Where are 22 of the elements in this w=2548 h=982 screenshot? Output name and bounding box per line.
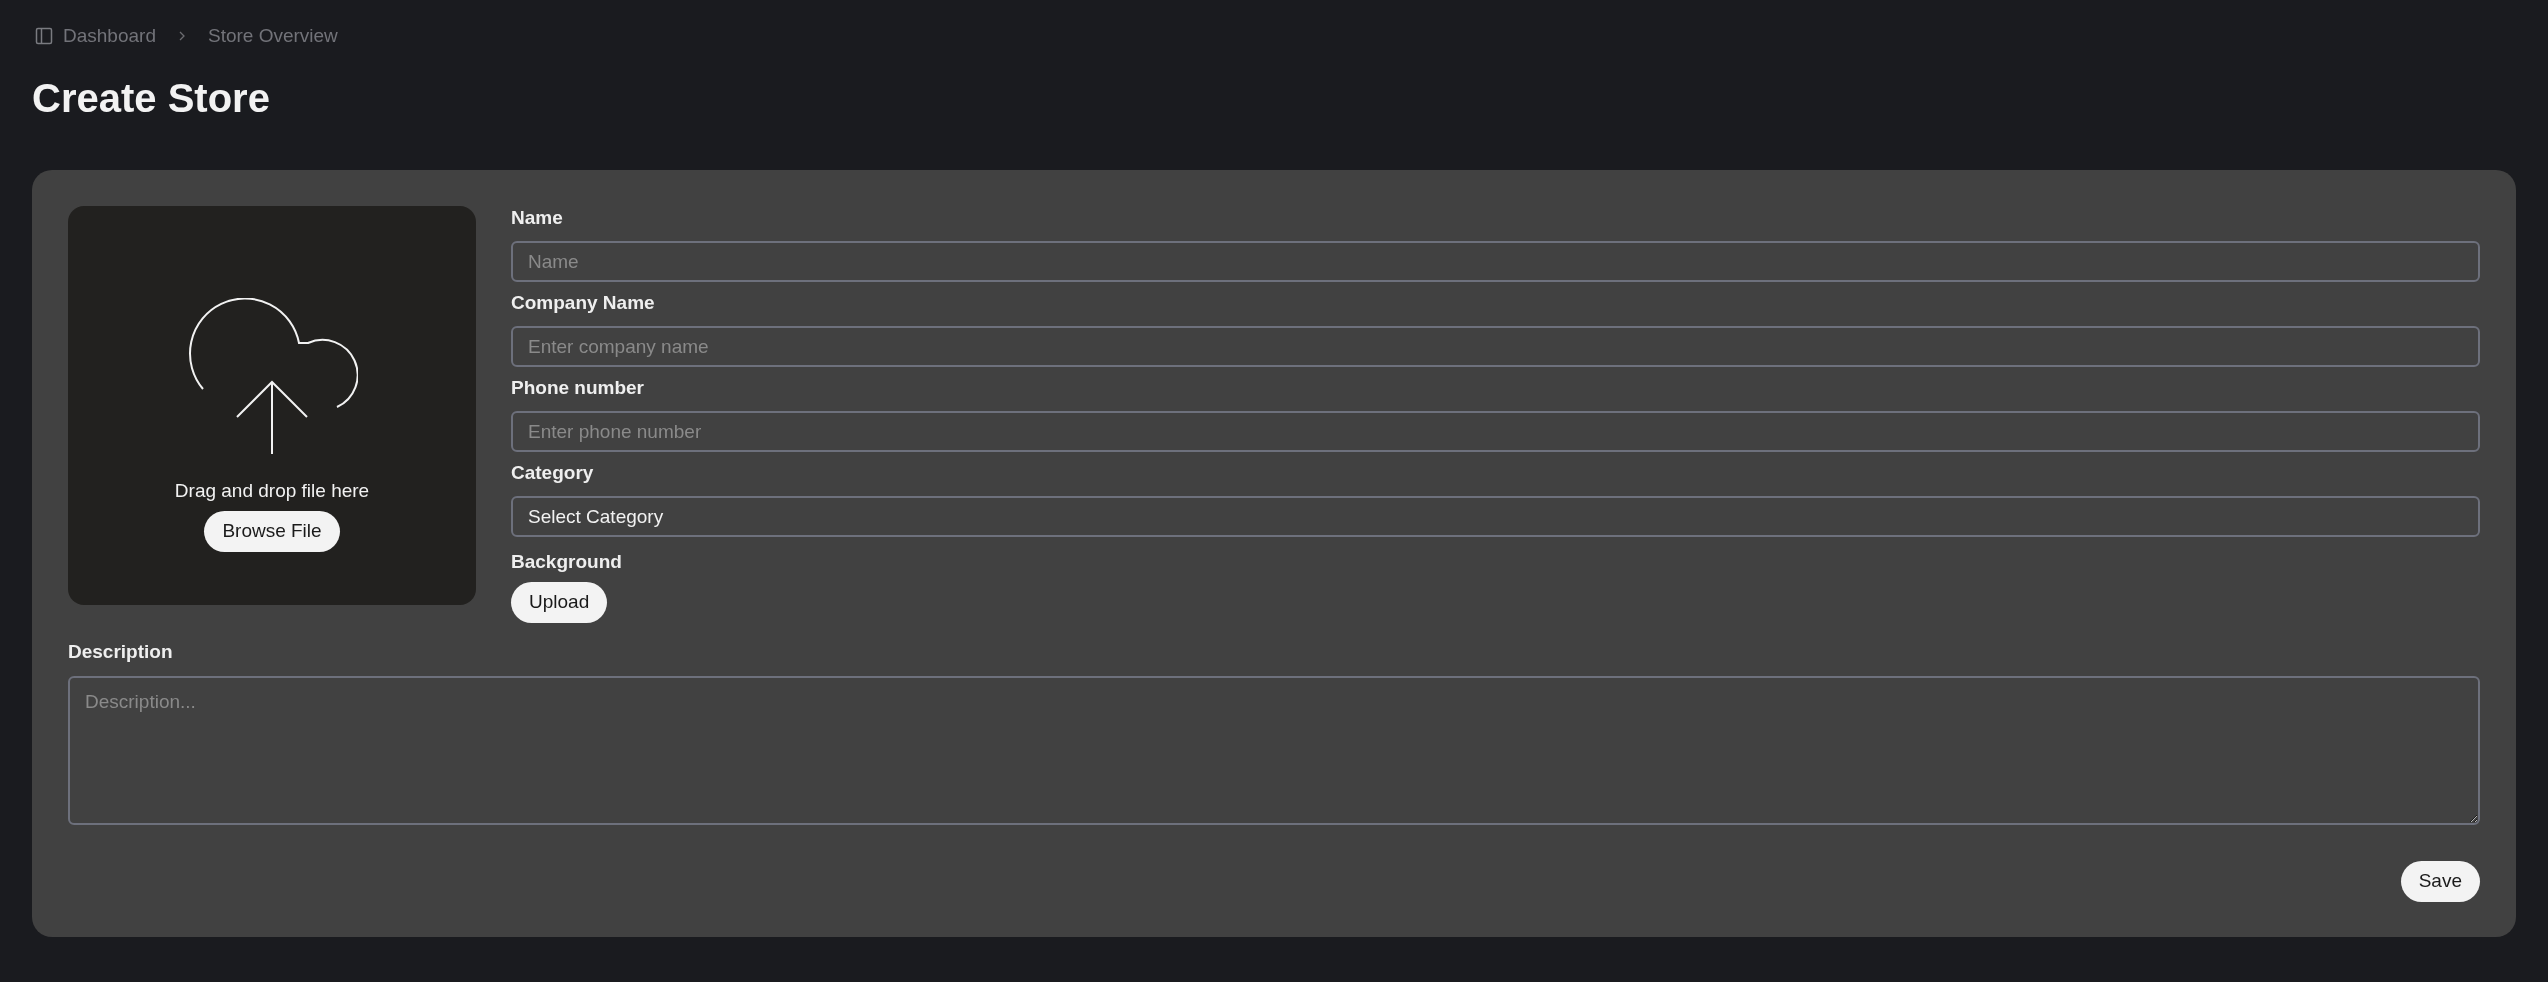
dropzone[interactable]: Drag and drop file here Browse File [68, 206, 476, 605]
field-label: Name [511, 206, 563, 230]
cloud-upload-icon [186, 298, 358, 456]
field-label: Phone number [511, 376, 644, 400]
text-input-field[interactable]: Name [511, 241, 2480, 282]
page-title: Create Store [32, 75, 270, 122]
save-button[interactable]: Save [2400, 861, 2480, 902]
field-label: Company Name [511, 291, 655, 315]
field-label: Description [68, 640, 173, 664]
dropzone-text: Drag and drop file here [174, 479, 370, 503]
upload-button[interactable]: Upload [511, 582, 608, 623]
breadcrumb-link[interactable]: Store Overview [207, 21, 338, 51]
chevron-right-icon [177, 30, 186, 42]
description-field[interactable]: Description... [68, 676, 2480, 825]
field-label: Background [511, 550, 622, 574]
text-input-field[interactable]: Enter phone number [511, 411, 2480, 452]
field-label: Category [511, 461, 594, 485]
breadcrumb-link[interactable]: Dashboard [63, 21, 156, 51]
category-dropdown[interactable]: Select Category [511, 496, 2480, 537]
text-input-field[interactable]: Enter company name [511, 326, 2480, 367]
browse-file-button[interactable]: Browse File [204, 511, 340, 552]
sidebar-icon[interactable] [35, 27, 53, 45]
